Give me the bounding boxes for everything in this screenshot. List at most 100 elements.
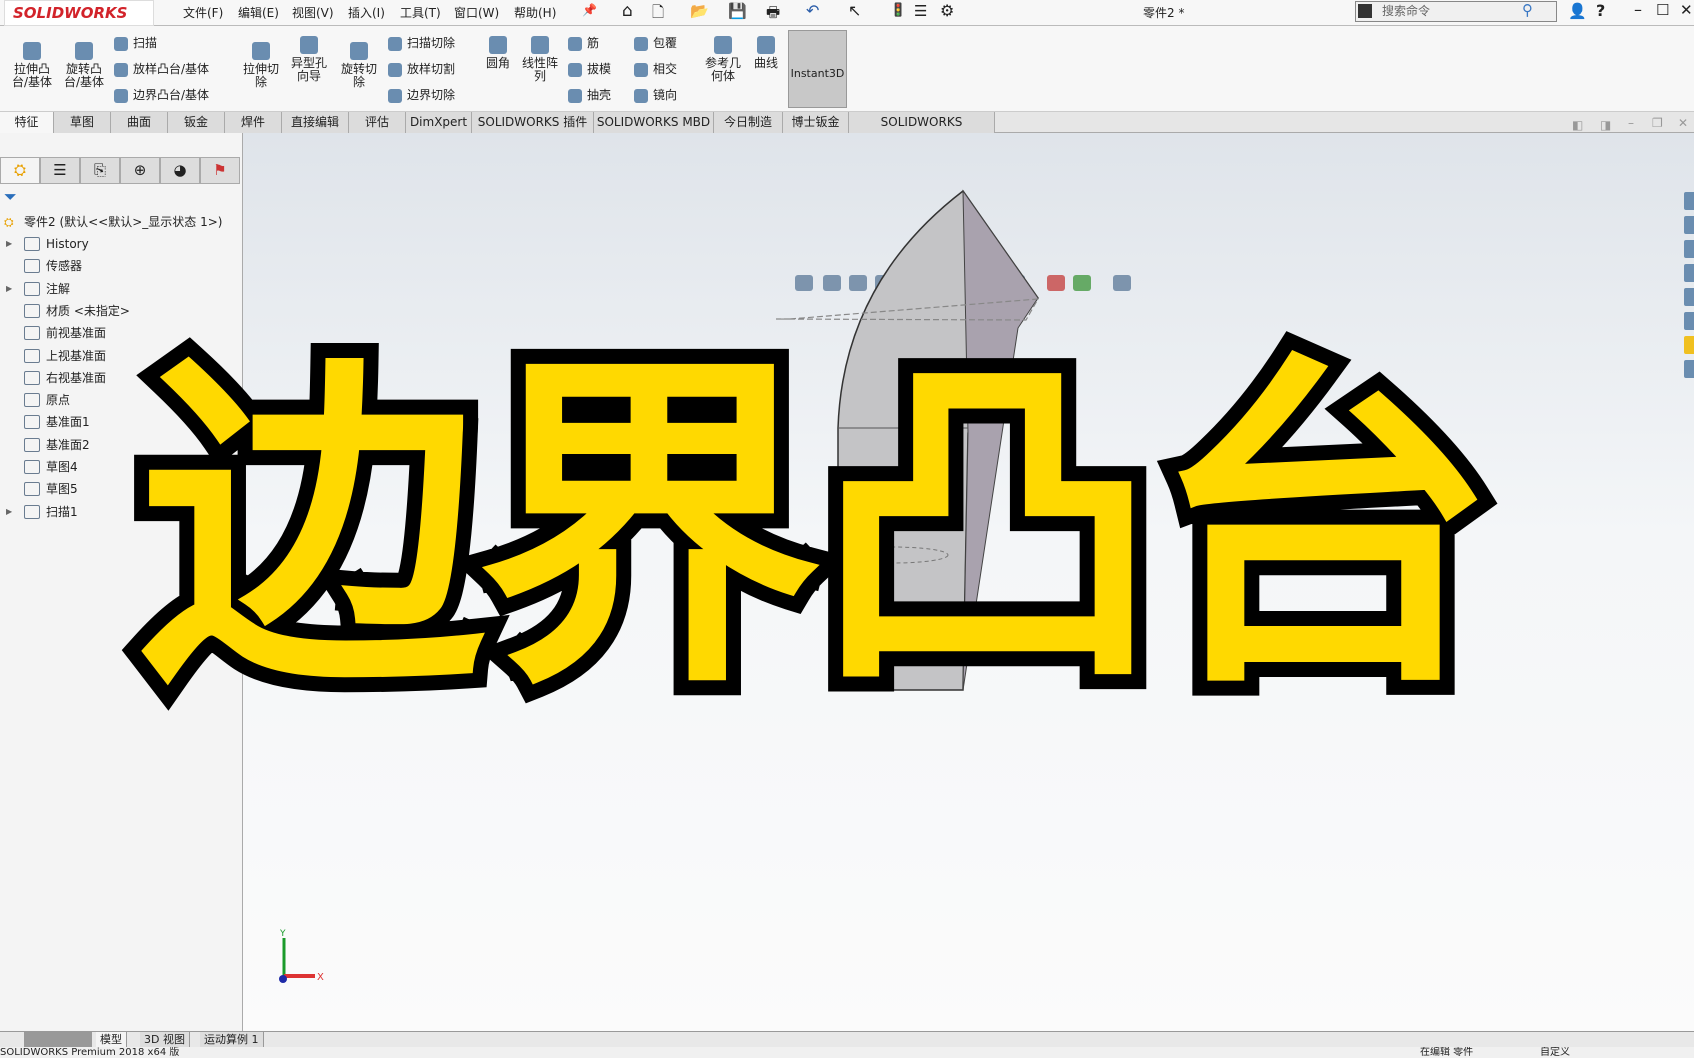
tab-evaluate[interactable]: 评估 [349,112,406,133]
tab-today-manufacturing[interactable]: 今日制造 [714,112,783,133]
user-icon[interactable]: 👤 [1568,2,1587,20]
expand-arrow-icon[interactable]: ▶ [6,233,12,255]
wrap-button[interactable]: 包覆 [634,34,677,51]
task-pane-appearances-icon[interactable] [1684,288,1694,306]
menu-file[interactable]: 文件(F) [183,4,223,21]
tab-sheet-metal[interactable]: 钣金 [168,112,225,133]
fillet-button[interactable]: 圆角 [478,36,518,70]
select-icon[interactable]: ↖ [848,1,861,20]
command-manager-ribbon: 拉伸凸台/基体 旋转凸台/基体 扫描 放样凸台/基体 边界凸台/基体 拉伸切除 … [0,26,1694,112]
cam-tab-icon[interactable]: ⚑ [200,157,240,184]
tab-direct-editing[interactable]: 直接编辑 [282,112,349,133]
solidworks-logo[interactable]: SOLIDWORKS [4,0,154,26]
display-manager-tab-icon[interactable]: ◕ [160,157,200,184]
tab-sheet-metal-plugin[interactable]: 博士钣金 [783,112,849,133]
tab-3d-views[interactable]: 3D 视图 [140,1032,190,1047]
save-icon[interactable]: 💾 [728,2,747,20]
menu-window[interactable]: 窗口(W) [454,4,499,21]
boundary-cut-button[interactable]: 边界切除 [388,86,455,103]
tree-node-icon [24,326,40,341]
print-icon[interactable]: 🖶 [766,2,780,27]
draft-button[interactable]: 拔模 [568,60,611,77]
maximize-icon[interactable]: ☐ [1656,1,1669,19]
open-icon[interactable]: 📂 [690,2,709,20]
status-editing: 在编辑 零件 [1420,1047,1474,1058]
tree-node-icon [24,259,40,274]
shell-button[interactable]: 抽壳 [568,86,611,103]
revolve-boss-button[interactable]: 旋转凸台/基体 [58,42,110,89]
extrude-cut-button[interactable]: 拉伸切除 [238,42,284,89]
tab-solidworks-mbd[interactable]: SOLIDWORKS MBD [594,112,714,133]
task-pane-view-palette-icon[interactable] [1684,264,1694,282]
task-pane-extra-icon[interactable] [1684,360,1694,378]
new-document-icon[interactable]: 🗋 [652,2,664,27]
viewport-minimize-icon[interactable]: – [1628,116,1634,130]
mirror-button[interactable]: 镜向 [634,86,677,103]
rib-icon [568,36,582,51]
filter-icon[interactable]: ⏷ [4,187,17,207]
tab-solidworks-addins[interactable]: SOLIDWORKS 插件 [472,112,594,133]
task-pane-resources-icon[interactable] [1684,192,1694,210]
loft-button[interactable]: 放样凸台/基体 [114,60,209,77]
revolve-cut-button[interactable]: 旋转切除 [336,42,382,89]
home-icon[interactable]: ⌂ [622,1,633,21]
sweep-button[interactable]: 扫描 [114,34,157,51]
tree-item[interactable]: ▶ 注解 [0,278,240,300]
tab-model[interactable]: 模型 [96,1032,127,1047]
expand-arrow-icon[interactable]: ▶ [6,501,12,523]
tab-scroll-arrows[interactable] [24,1032,92,1047]
viewport-restore-icon[interactable]: ❐ [1652,116,1663,130]
tree-root-part[interactable]: ⛭ 零件2 (默认<<默认>_显示状态 1>) [0,211,240,233]
linear-pattern-button[interactable]: 线性阵列 [518,36,562,83]
rebuild-icon[interactable]: 🚦 [890,3,906,18]
tab-weldments[interactable]: 焊件 [225,112,282,133]
tree-item[interactable]: 传感器 [0,255,240,277]
status-units[interactable]: 自定义 [1540,1047,1570,1058]
lofted-cut-button[interactable]: 放样切割 [388,60,455,77]
menu-insert[interactable]: 插入(I) [348,4,385,21]
expand-arrow-icon[interactable]: ▶ [6,278,12,300]
tab-solidworks-inspection[interactable]: SOLIDWORKS Inspection [849,112,995,149]
boundary-boss-button[interactable]: 边界凸台/基体 [114,86,209,103]
tab-surfaces[interactable]: 曲面 [111,112,168,133]
undo-icon[interactable]: ↶ [806,1,819,20]
menu-edit[interactable]: 编辑(E) [238,4,279,21]
menu-view[interactable]: 视图(V) [292,4,334,21]
help-icon[interactable]: ? [1596,1,1605,20]
triad-x-label: X [317,972,324,983]
rib-button[interactable]: 筋 [568,34,599,51]
file-properties-icon[interactable]: ☰ [914,2,927,20]
tree-item[interactable]: ▶ History [0,233,240,255]
task-pane-design-library-icon[interactable] [1684,216,1694,234]
task-pane-file-explorer-icon[interactable] [1684,240,1694,258]
dimxpert-manager-tab-icon[interactable]: ⊕ [120,157,160,184]
hole-wizard-button[interactable]: 异型孔向导 [286,36,332,83]
close-icon[interactable]: ✕ [1680,1,1693,19]
viewport-close-icon[interactable]: ✕ [1678,116,1688,130]
task-pane-custom-properties-icon[interactable] [1684,312,1694,330]
instant3d-button[interactable]: Instant3D [788,30,847,108]
options-gear-icon[interactable]: ⚙ [940,1,954,20]
menu-tools[interactable]: 工具(T) [400,4,441,21]
tree-item[interactable]: 材质 <未指定> [0,300,240,322]
tab-sketch[interactable]: 草图 [54,112,111,133]
reference-geometry-button[interactable]: 参考几何体 [700,36,746,83]
swept-cut-button[interactable]: 扫描切除 [388,34,455,51]
intersect-button[interactable]: 相交 [634,60,677,77]
feature-manager-tab-icon[interactable]: ⛭ [0,157,40,184]
extrude-boss-button[interactable]: 拉伸凸台/基体 [6,42,58,89]
tab-motion-study[interactable]: 运动算例 1 [200,1032,264,1047]
pin-icon[interactable]: 📌 [582,3,597,17]
minimize-icon[interactable]: – [1634,0,1642,19]
swept-cut-icon [388,36,402,51]
viewport-next-icon[interactable]: ◨ [1600,118,1611,132]
search-icon[interactable]: ⚲ [1522,1,1533,19]
menu-help[interactable]: 帮助(H) [514,4,556,21]
curves-button[interactable]: 曲线 [748,36,784,70]
tab-features[interactable]: 特征 [0,112,54,133]
viewport-prev-icon[interactable]: ◧ [1572,118,1583,132]
task-pane-forum-icon[interactable] [1684,336,1694,354]
configuration-manager-tab-icon[interactable]: ⎘ [80,157,120,184]
property-manager-tab-icon[interactable]: ☰ [40,157,80,184]
tab-dimxpert[interactable]: DimXpert [406,112,472,133]
